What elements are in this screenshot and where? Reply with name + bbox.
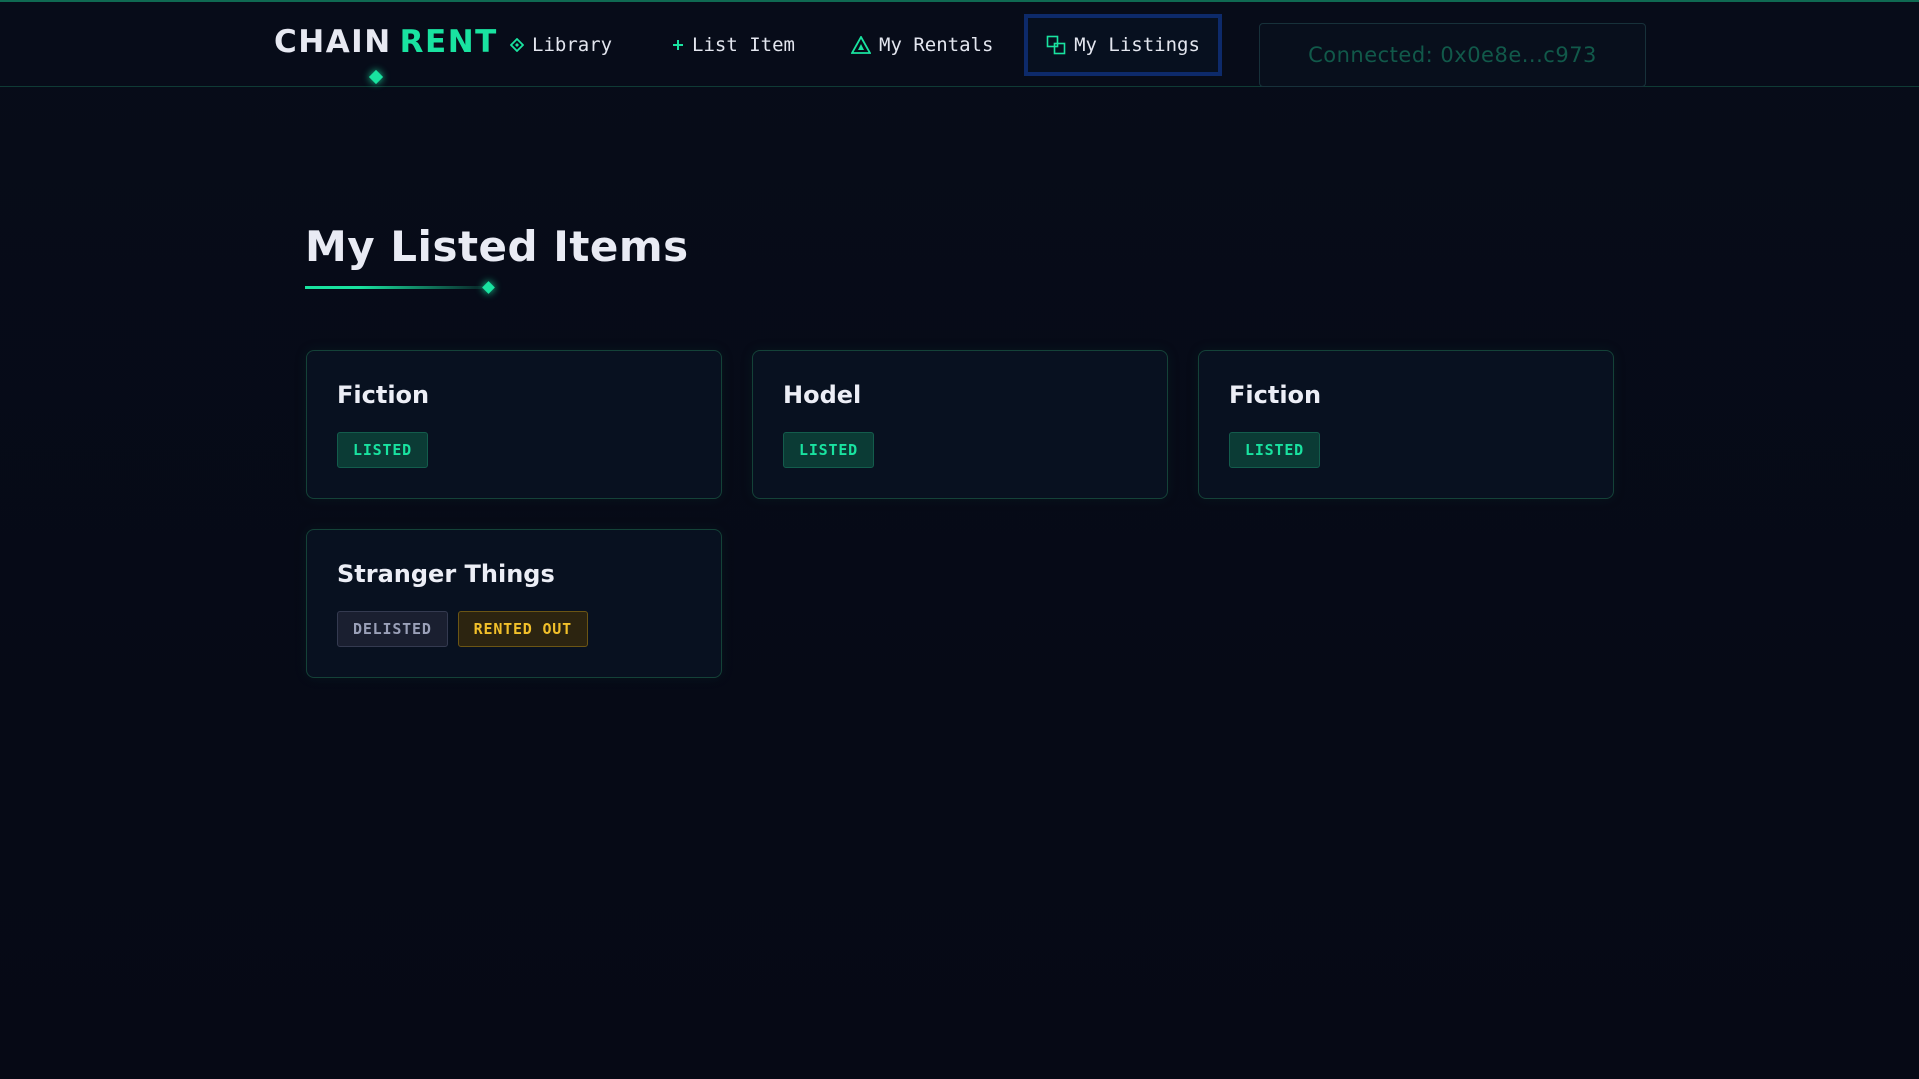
status-badge-rented-out: RENTED OUT xyxy=(457,611,588,647)
top-navigation-bar: CHAIN RENT Library List Item My Rentals M… xyxy=(0,0,1919,87)
listing-card[interactable]: Stranger Things DELISTED RENTED OUT xyxy=(306,529,722,678)
title-underline xyxy=(305,286,485,289)
listing-title: Fiction xyxy=(1229,381,1322,409)
brand-diamond-icon xyxy=(368,69,384,85)
triangle-icon xyxy=(851,36,871,54)
listing-title: Fiction xyxy=(337,381,430,409)
nav-my-listings[interactable]: My Listings xyxy=(1024,14,1222,76)
listing-card[interactable]: Fiction LISTED xyxy=(1198,350,1614,499)
wallet-connection-button[interactable]: Connected: 0x0e8e...c973 xyxy=(1259,23,1646,87)
diamond-icon xyxy=(510,38,524,52)
listing-card[interactable]: Hodel LISTED xyxy=(752,350,1168,499)
status-badge-listed: LISTED xyxy=(337,432,428,468)
plus-icon xyxy=(672,39,684,51)
listing-badges: LISTED xyxy=(337,432,428,468)
listing-title: Stranger Things xyxy=(337,560,555,588)
status-badge-delisted: DELISTED xyxy=(337,611,448,647)
nav-library-label: Library xyxy=(532,34,613,56)
nav-my-rentals-label: My Rentals xyxy=(879,34,994,56)
nav-library[interactable]: Library xyxy=(510,22,612,68)
page-title: My Listed Items xyxy=(305,222,689,271)
squares-icon xyxy=(1046,35,1066,55)
title-diamond-icon xyxy=(482,281,495,294)
nav-my-listings-label: My Listings xyxy=(1074,34,1200,56)
nav-list-item-label: List Item xyxy=(692,34,795,56)
listing-card[interactable]: Fiction LISTED xyxy=(306,350,722,499)
brand-logo[interactable]: CHAIN RENT xyxy=(274,24,498,60)
nav-my-rentals[interactable]: My Rentals xyxy=(851,22,993,68)
status-badge-listed: LISTED xyxy=(1229,432,1320,468)
status-badge-listed: LISTED xyxy=(783,432,874,468)
listing-title: Hodel xyxy=(783,381,862,409)
brand-word-chain: CHAIN xyxy=(274,24,392,60)
listing-badges: DELISTED RENTED OUT xyxy=(337,611,588,647)
listing-badges: LISTED xyxy=(1229,432,1320,468)
nav-list-item[interactable]: List Item xyxy=(672,22,795,68)
brand-word-rent: RENT xyxy=(399,24,498,60)
listing-badges: LISTED xyxy=(783,432,874,468)
